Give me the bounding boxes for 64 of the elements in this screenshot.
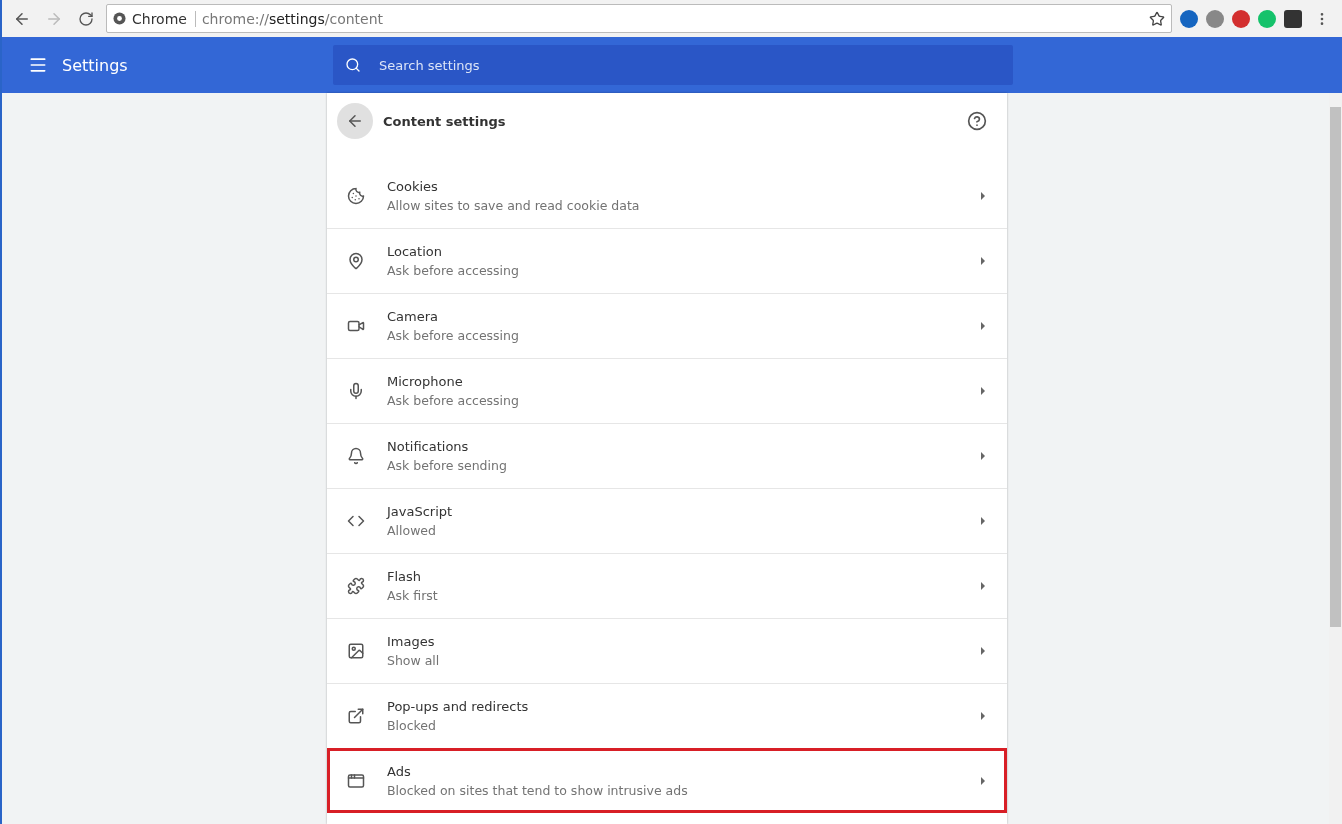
site-label: Chrome xyxy=(132,10,196,27)
search-bar[interactable]: Search settings xyxy=(333,45,1013,85)
row-description: Ask before accessing xyxy=(387,393,520,408)
location-pin-icon xyxy=(347,252,365,270)
bookmark-star-icon[interactable] xyxy=(1149,10,1165,27)
microphone-icon xyxy=(347,382,365,400)
row-label: Images xyxy=(387,634,436,649)
row-label: Pop-ups and redirects xyxy=(387,699,530,714)
row-label: Flash xyxy=(387,569,423,584)
row-description: Ask before accessing xyxy=(387,263,520,278)
cookie-icon xyxy=(347,186,365,205)
settings-row[interactable]: Notifications Ask before sending xyxy=(327,423,1007,488)
puzzle-icon xyxy=(347,577,365,595)
settings-row[interactable]: Location Ask before accessing xyxy=(327,228,1007,293)
search-icon xyxy=(345,57,361,73)
url-text: chrome://settings/content xyxy=(201,10,385,27)
settings-row[interactable]: Microphone Ask before accessing xyxy=(327,358,1007,423)
settings-row[interactable]: Cookies Allow sites to save and read cookie data xyxy=(327,163,1007,228)
caret-icon xyxy=(979,581,987,591)
row-description: Allow sites to save and read cookie data xyxy=(387,197,641,213)
row-description: Show all xyxy=(387,653,441,668)
caret-icon xyxy=(979,711,987,721)
caret-icon xyxy=(979,321,987,331)
row-label: Cookies xyxy=(387,178,439,194)
extension-icon[interactable] xyxy=(1180,9,1198,28)
caret-icon xyxy=(979,516,987,526)
search-field[interactable]: Search settings xyxy=(377,56,1001,74)
window-icon xyxy=(347,772,365,790)
settings-row[interactable]: Images Show all xyxy=(327,618,1007,683)
row-description: Allowed xyxy=(387,523,437,538)
caret-icon xyxy=(979,256,987,266)
row-label: Notifications xyxy=(387,439,470,454)
row-label: Location xyxy=(387,244,443,259)
external-link-icon xyxy=(347,707,365,725)
row-label: JavaScript xyxy=(387,504,454,519)
image-icon xyxy=(347,642,365,660)
menu-icon[interactable] xyxy=(28,55,48,75)
row-label: Microphone xyxy=(387,374,464,389)
caret-icon xyxy=(979,646,987,656)
settings-row[interactable]: Flash Ask first xyxy=(327,553,1007,618)
row-label: Ads xyxy=(387,764,412,779)
row-description: Ask before accessing xyxy=(387,328,520,343)
caret-icon xyxy=(979,386,987,396)
extension-icon[interactable] xyxy=(1284,9,1302,28)
help-icon[interactable] xyxy=(967,111,987,131)
back-button[interactable] xyxy=(337,103,373,139)
row-description: Ask before sending xyxy=(387,458,508,473)
row-description: Blocked on sites that tend to show intrusive ads xyxy=(387,783,689,798)
row-label: Camera xyxy=(387,309,440,324)
settings-row[interactable]: Ads Blocked on sites that tend to show intrusive ads xyxy=(327,748,1007,813)
address-bar[interactable]: Chrome chrome://settings/content xyxy=(106,4,1172,33)
caret-icon xyxy=(979,451,987,461)
caret-icon xyxy=(979,776,987,786)
row-description: Blocked xyxy=(387,718,437,733)
settings-row[interactable]: Pop-ups and redirects Blocked xyxy=(327,683,1007,748)
caret-icon xyxy=(979,190,987,201)
page-title: Content settings xyxy=(383,113,507,129)
chrome-logo-icon xyxy=(113,12,126,25)
row-description: Ask first xyxy=(387,588,439,603)
reload-icon xyxy=(78,10,94,27)
bell-icon xyxy=(347,447,365,465)
settings-row[interactable]: Camera Ask before accessing xyxy=(327,293,1007,358)
settings-row[interactable]: JavaScript Allowed xyxy=(327,488,1007,553)
header-title: Settings xyxy=(62,55,128,75)
